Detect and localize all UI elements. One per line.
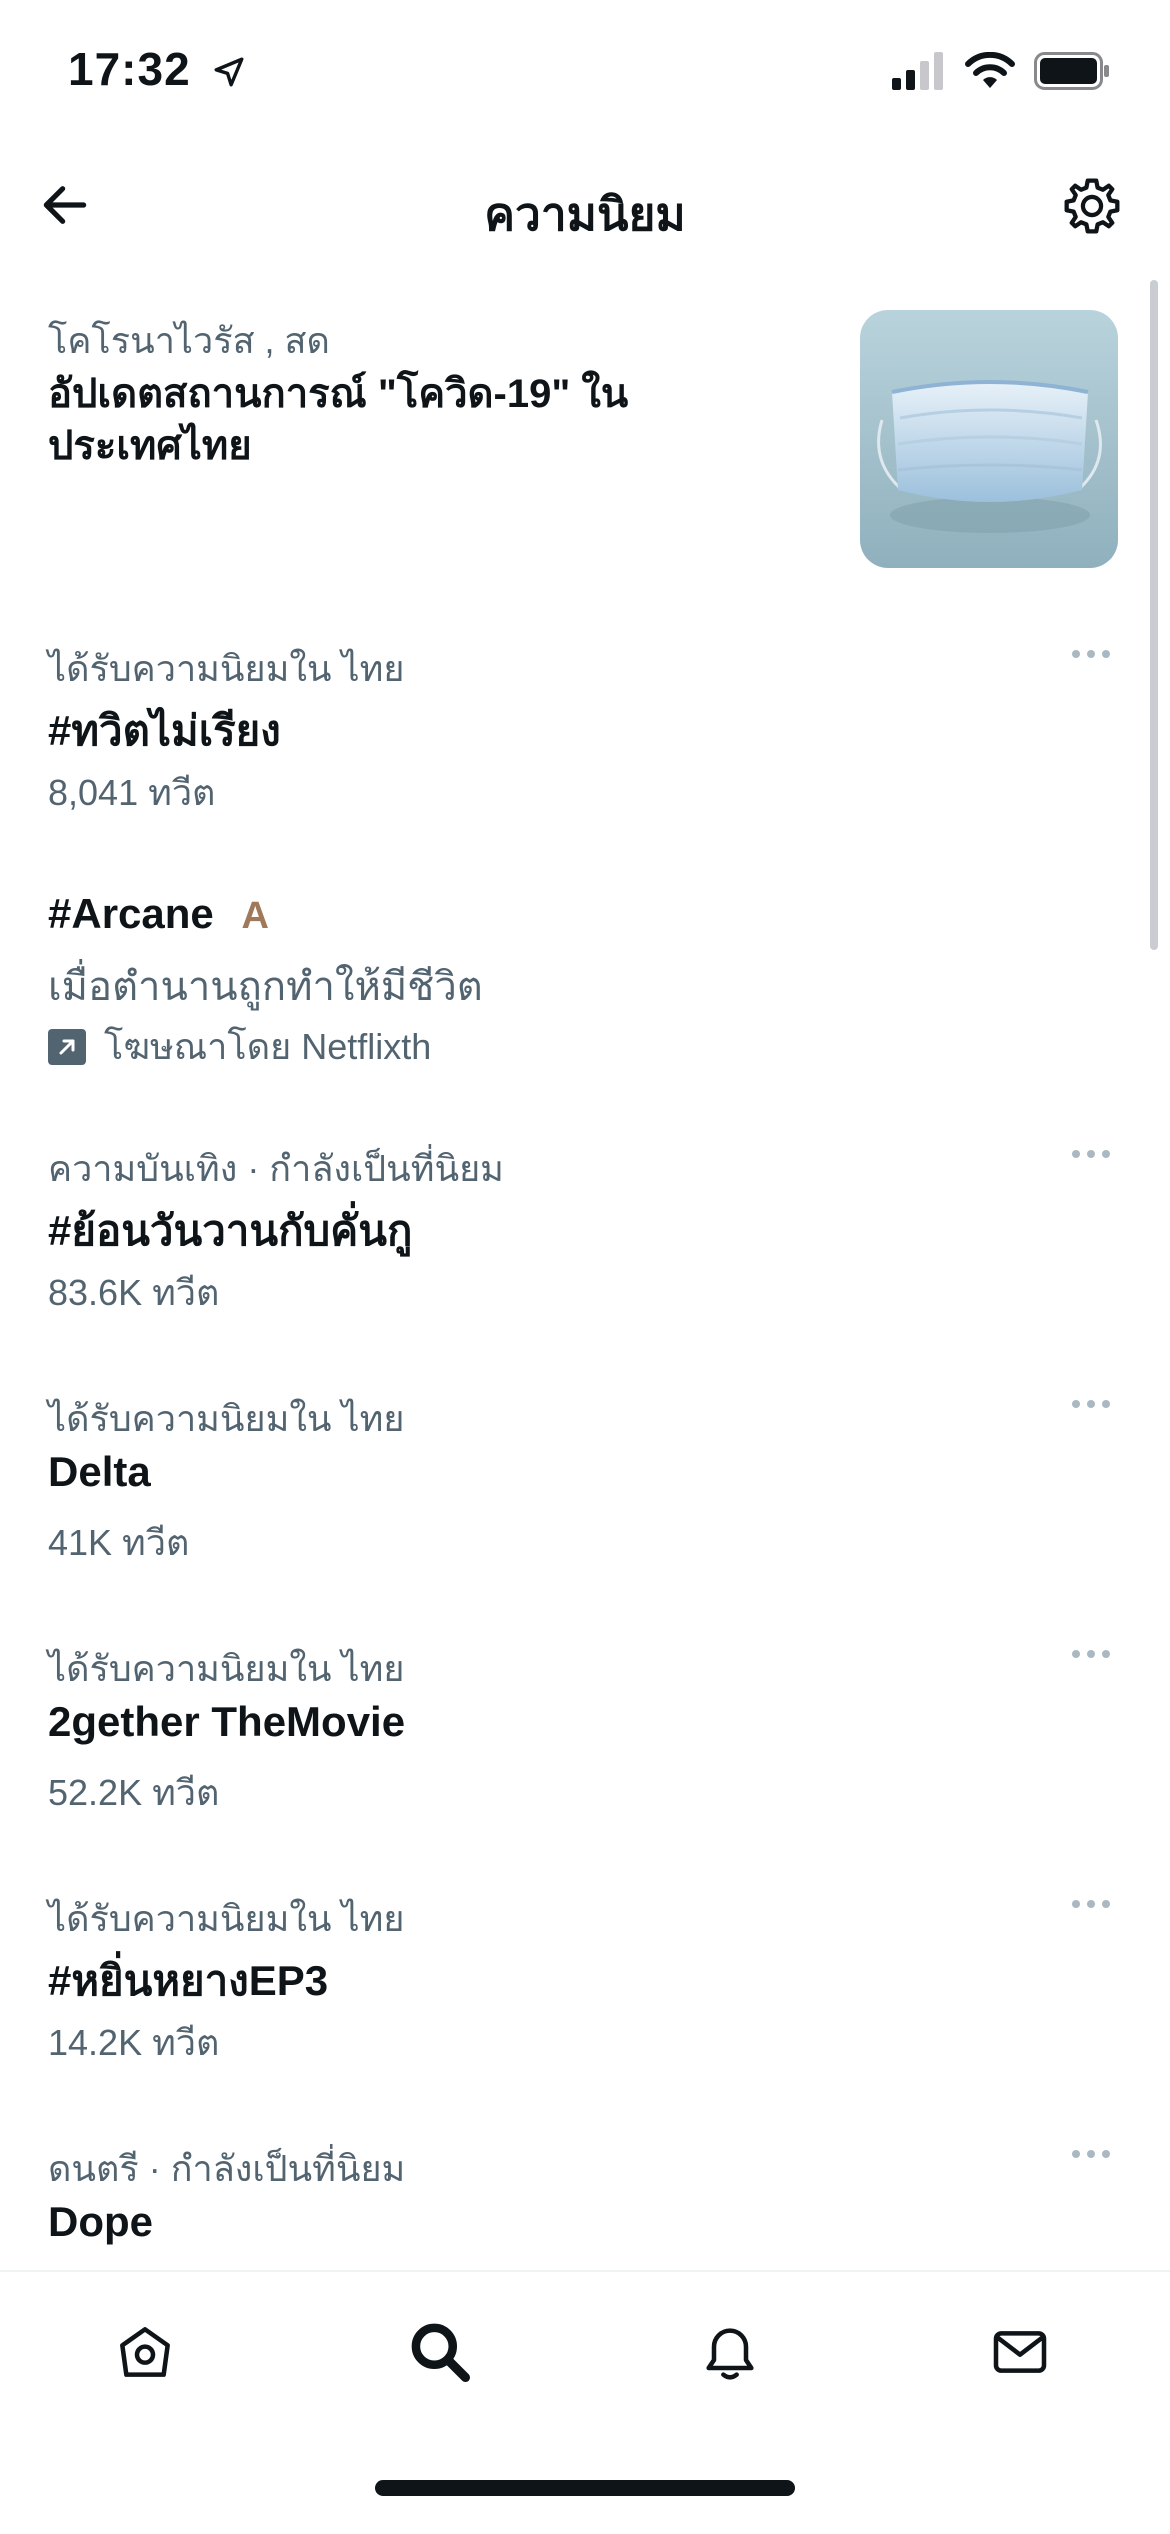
page-title: ความนิยม	[484, 188, 686, 240]
cellular-signal-icon	[892, 52, 946, 95]
nav-header: ความนิยม	[0, 150, 1170, 260]
trend-name: Delta	[48, 1448, 151, 1495]
gear-icon	[1064, 178, 1120, 234]
featured-thumbnail	[860, 310, 1118, 568]
promoted-by: โฆษณาโดย Netflixth	[48, 1018, 431, 1075]
trend-count: 83.6K ทวีต	[48, 1272, 220, 1313]
more-options-icon[interactable]	[1072, 2150, 1110, 2158]
trend-item[interactable]: ดนตรี · กำลังเป็นที่นิยม Dope	[0, 2140, 1170, 2270]
trend-context: ได้รับความนิยมใน ไทย	[48, 1898, 405, 1939]
location-arrow-icon	[212, 46, 246, 100]
wifi-icon	[964, 51, 1016, 95]
trend-item[interactable]: ความบันเทิง · กำลังเป็นที่นิยม #ย้อนวันว…	[0, 1140, 1170, 1340]
trend-context: ดนตรี · กำลังเป็นที่นิยม	[48, 2148, 406, 2189]
battery-icon	[1034, 52, 1110, 95]
trend-item[interactable]: ได้รับความนิยมใน ไทย #หยิ่นหยางEP3 14.2K…	[0, 1890, 1170, 2090]
notifications-icon	[706, 2328, 754, 2380]
trend-count: 41K ทวีต	[48, 1522, 190, 1563]
trend-item[interactable]: ได้รับความนิยมใน ไทย 2gether TheMovie 52…	[0, 1640, 1170, 1840]
more-options-icon[interactable]	[1072, 1150, 1110, 1158]
featured-story[interactable]: โคโรนาไวรัส , สด อัปเดตสถานการณ์ "โควิด-…	[0, 300, 1170, 600]
trend-item[interactable]: ได้รับความนิยมใน ไทย Delta 41K ทวีต	[0, 1390, 1170, 1590]
face-mask-image	[860, 310, 1118, 568]
trend-item[interactable]: ได้รับความนิยมใน ไทย #ทวิตไม่เรียง 8,041…	[0, 640, 1170, 840]
trend-name: #ทวิตไม่เรียง	[48, 707, 281, 754]
more-options-icon[interactable]	[1072, 1650, 1110, 1658]
hashflag-icon: A	[241, 895, 269, 937]
trend-count: 52.2K ทวีต	[48, 1772, 220, 1813]
promoted-description: เมื่อตำนานถูกทำให้มีชีวิต	[48, 965, 483, 1009]
more-options-icon[interactable]	[1072, 1900, 1110, 1908]
tab-notifications[interactable]	[690, 2312, 770, 2392]
status-time: 17:32	[68, 42, 246, 100]
tab-search[interactable]	[400, 2312, 480, 2392]
tab-home[interactable]	[105, 2312, 185, 2392]
more-options-icon[interactable]	[1072, 650, 1110, 658]
search-icon	[411, 2323, 471, 2383]
promoted-hashtag: #Arcane	[48, 890, 214, 937]
promoted-trend[interactable]: #Arcane A เมื่อตำนานถูกทำให้มีชีวิต โฆษณ…	[0, 890, 1170, 1090]
more-options-icon[interactable]	[1072, 1400, 1110, 1408]
trend-name: #หยิ่นหยางEP3	[48, 1957, 329, 2004]
featured-headline: อัปเดตสถานการณ์ "โควิด-19" ในประเทศไทย	[48, 372, 629, 468]
promoted-trend-name: #Arcane A	[48, 890, 269, 938]
trend-count: 14.2K ทวีต	[48, 2022, 220, 2063]
featured-meta: โคโรนาไวรัส , สด	[48, 320, 330, 361]
trend-context: ได้รับความนิยมใน ไทย	[48, 648, 405, 689]
messages-icon	[993, 2331, 1047, 2373]
trend-context: ได้รับความนิยมใน ไทย	[48, 1398, 405, 1439]
settings-button[interactable]	[1054, 168, 1130, 244]
trend-context: ความบันเทิง · กำลังเป็นที่นิยม	[48, 1148, 504, 1189]
trend-name: Dope	[48, 2198, 153, 2245]
clock-label: 17:32	[68, 43, 191, 95]
home-indicator[interactable]	[375, 2480, 795, 2496]
tab-messages[interactable]	[980, 2312, 1060, 2392]
home-icon	[120, 2327, 170, 2377]
trend-name: #ย้อนวันวานกับคั่นกู	[48, 1207, 413, 1254]
trend-context: ได้รับความนิยมใน ไทย	[48, 1648, 405, 1689]
status-bar: 17:32	[0, 0, 1170, 140]
trend-name: 2gether TheMovie	[48, 1698, 406, 1745]
trend-count: 8,041 ทวีต	[48, 772, 216, 813]
status-icons	[892, 51, 1110, 95]
promoted-by-label: โฆษณาโดย Netflixth	[104, 1026, 432, 1067]
promoted-arrow-icon	[48, 1028, 86, 1065]
